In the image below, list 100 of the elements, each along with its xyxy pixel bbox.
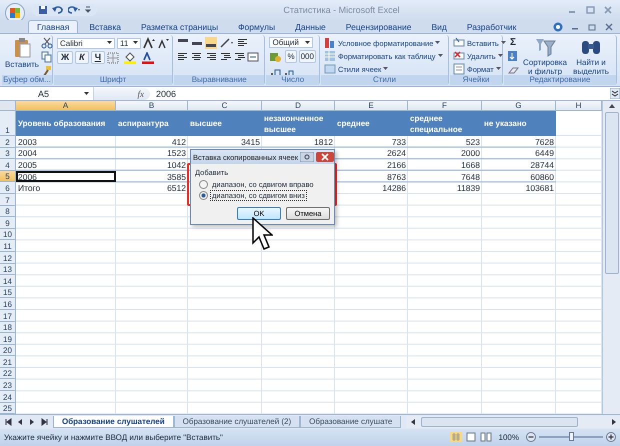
- scissors-icon[interactable]: [40, 37, 53, 49]
- zoom-slider-handle[interactable]: [569, 432, 574, 442]
- formula-field[interactable]: 2006: [150, 88, 610, 98]
- scroll-right-icon[interactable]: [610, 418, 618, 426]
- close-icon[interactable]: [604, 22, 614, 32]
- row-header[interactable]: 5: [0, 170, 16, 182]
- align-left-icon[interactable]: [177, 51, 189, 63]
- row-header[interactable]: 4: [0, 159, 16, 171]
- close-icon[interactable]: [316, 152, 334, 162]
- ribbon-tab[interactable]: Разработчик: [458, 20, 526, 33]
- row-header[interactable]: 24: [0, 391, 16, 403]
- customize-icon[interactable]: [85, 5, 91, 15]
- column-header[interactable]: A: [16, 101, 116, 111]
- ribbon-tab[interactable]: Рецензирование: [336, 20, 420, 33]
- scroll-thumb[interactable]: [604, 112, 618, 274]
- grow-font-icon[interactable]: [143, 37, 155, 49]
- vertical-scrollbar[interactable]: [602, 101, 620, 414]
- align-bottom-icon[interactable]: [205, 37, 217, 49]
- row-header[interactable]: 16: [0, 298, 16, 310]
- row-header[interactable]: 6: [0, 182, 16, 194]
- row-header[interactable]: 25: [0, 402, 16, 414]
- previous-sheet-icon[interactable]: [16, 418, 25, 426]
- font-name-field[interactable]: Calibri: [57, 38, 115, 48]
- zoom-level[interactable]: 100%: [498, 432, 519, 442]
- redo-icon[interactable]: [68, 5, 82, 15]
- decrease-indent-icon[interactable]: [219, 51, 231, 63]
- row-header[interactable]: 15: [0, 286, 16, 298]
- row-header[interactable]: 21: [0, 356, 16, 368]
- undo-icon[interactable]: [51, 5, 65, 15]
- row-header[interactable]: 8: [0, 206, 16, 218]
- ribbon-tab[interactable]: Разметка страницы: [132, 20, 228, 33]
- row-header[interactable]: 19: [0, 333, 16, 345]
- row-header[interactable]: 17: [0, 310, 16, 322]
- underline-button[interactable]: Ч: [90, 51, 106, 64]
- expand-icon[interactable]: [610, 88, 620, 99]
- copy-icon[interactable]: [40, 51, 53, 63]
- row-header[interactable]: 3: [0, 148, 16, 160]
- font-size-field[interactable]: 11: [117, 38, 141, 48]
- shrink-font-icon[interactable]: [157, 37, 169, 49]
- text-orientation-icon[interactable]: [219, 37, 235, 49]
- row-header[interactable]: 22: [0, 368, 16, 380]
- find-select-button[interactable]: Найти и выделить: [569, 37, 613, 75]
- row-header[interactable]: 2: [0, 136, 16, 148]
- row-header[interactable]: 23: [0, 379, 16, 392]
- align-center-icon[interactable]: [191, 51, 203, 63]
- row-header[interactable]: 13: [0, 264, 16, 276]
- column-header[interactable]: D: [262, 101, 335, 111]
- last-sheet-icon[interactable]: [40, 418, 49, 426]
- row-header[interactable]: 12: [0, 252, 16, 264]
- radio-button-icon[interactable]: [199, 180, 208, 189]
- merge-cells-icon[interactable]: [247, 51, 261, 63]
- first-sheet-icon[interactable]: [4, 418, 13, 426]
- row-header[interactable]: 7: [0, 194, 16, 206]
- column-header[interactable]: E: [335, 101, 408, 111]
- increase-indent-icon[interactable]: [233, 51, 245, 63]
- currency-icon[interactable]: [269, 50, 284, 62]
- row-header[interactable]: 11: [0, 240, 16, 252]
- ribbon-tab[interactable]: Вставка: [80, 20, 130, 33]
- wrap-text-icon[interactable]: [237, 37, 249, 49]
- ribbon-tab[interactable]: Главная: [28, 20, 78, 33]
- ribbon-tab[interactable]: Вид: [422, 20, 456, 33]
- row-header[interactable]: 1: [0, 111, 16, 136]
- scroll-left-icon[interactable]: [409, 418, 418, 426]
- column-header[interactable]: C: [188, 101, 262, 111]
- restore-icon[interactable]: [587, 22, 597, 32]
- column-header[interactable]: B: [116, 101, 188, 111]
- row-header[interactable]: 14: [0, 275, 16, 287]
- borders-icon[interactable]: [107, 52, 122, 64]
- row-header[interactable]: 20: [0, 344, 16, 356]
- ribbon-tab[interactable]: Данные: [286, 20, 335, 33]
- column-header[interactable]: F: [408, 101, 482, 111]
- row-header[interactable]: 10: [0, 228, 16, 240]
- zoom-in-icon[interactable]: [606, 432, 616, 442]
- paste-button[interactable]: Вставить: [5, 37, 39, 75]
- sheet-tab[interactable]: Образование слушате: [300, 416, 402, 428]
- radio-selected-icon[interactable]: [199, 191, 208, 200]
- percent-button[interactable]: %: [285, 50, 297, 63]
- save-icon[interactable]: [38, 5, 48, 15]
- italic-button[interactable]: К: [75, 51, 89, 64]
- scroll-thumb[interactable]: [421, 416, 578, 427]
- align-right-icon[interactable]: [205, 51, 217, 63]
- page-layout-icon[interactable]: [464, 432, 477, 442]
- column-header[interactable]: H: [556, 101, 602, 111]
- bold-button[interactable]: Ж: [57, 51, 74, 64]
- ribbon-tab[interactable]: Формулы: [229, 20, 284, 33]
- horizontal-scrollbar[interactable]: [407, 416, 620, 428]
- sheet-tab[interactable]: Образование слушателей (2): [174, 416, 300, 428]
- format-painter-icon[interactable]: [40, 65, 53, 77]
- autosum-button[interactable]: Σ: [507, 37, 521, 48]
- zoom-out-icon[interactable]: [526, 432, 536, 442]
- number-format-field[interactable]: Общий: [269, 37, 314, 48]
- active-cell[interactable]: 2006: [16, 170, 116, 182]
- thousands-button[interactable]: 000: [298, 50, 316, 63]
- column-header[interactable]: G: [482, 101, 556, 111]
- row-header[interactable]: 9: [0, 217, 16, 229]
- sort-filter-button[interactable]: Сортировка и фильтр: [523, 37, 567, 75]
- page-break-icon[interactable]: [480, 432, 492, 442]
- sheet-tab[interactable]: Образование слушателей: [53, 416, 174, 428]
- row-header[interactable]: 18: [0, 322, 16, 334]
- insert-function-button[interactable]: fx: [94, 88, 150, 100]
